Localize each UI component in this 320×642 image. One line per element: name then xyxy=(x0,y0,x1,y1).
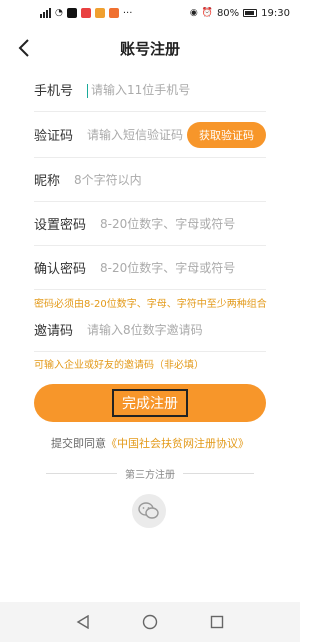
app-notification-icon xyxy=(80,8,91,18)
invite-input[interactable]: 请输入8位数字邀请码 xyxy=(87,321,266,338)
phone-label: 手机号 xyxy=(34,84,74,99)
submit-label: 完成注册 xyxy=(112,389,188,417)
system-nav-bar xyxy=(0,602,300,642)
agreement-text: 提交即同意《中国社会扶贫网注册协议》 xyxy=(0,435,300,451)
agreement-prefix: 提交即同意 xyxy=(51,437,106,450)
confirm-password-label: 确认密码 xyxy=(34,262,87,277)
text-cursor xyxy=(87,83,89,98)
code-label: 验证码 xyxy=(34,129,74,144)
wifi-icon: ◔ xyxy=(55,8,63,18)
third-party-label: 第三方注册 xyxy=(125,469,175,481)
battery-percent: 80% xyxy=(216,7,240,19)
invite-hint: 可输入企业或好友的邀请码（非必填） xyxy=(34,360,204,371)
signal-icon xyxy=(40,8,51,18)
wechat-icon[interactable] xyxy=(132,494,166,528)
phone-row: 手机号 请输入11位手机号 xyxy=(34,68,266,112)
get-code-button[interactable]: 获取验证码 xyxy=(187,121,266,148)
nickname-label: 昵称 xyxy=(34,174,61,189)
submit-button[interactable]: 完成注册 xyxy=(34,384,266,422)
status-icons-right: ◉ ⏰ 80% 19:30 xyxy=(190,8,290,19)
invite-row: 邀请码 请输入8位数字邀请码 xyxy=(34,308,266,352)
confirm-password-row: 确认密码 8-20位数字、字母或符号 xyxy=(34,246,266,290)
nickname-row: 昵称 8个字符以内 xyxy=(34,158,266,202)
phone-placeholder: 请输入11位手机号 xyxy=(91,83,191,97)
circle-home-icon[interactable] xyxy=(142,614,158,630)
status-icons-left: ◔ ··· xyxy=(40,8,132,19)
invite-label: 邀请码 xyxy=(34,324,74,339)
app-notification-icon xyxy=(108,8,119,18)
confirm-password-input[interactable]: 8-20位数字、字母或符号 xyxy=(100,259,266,276)
page-title: 账号注册 xyxy=(119,39,180,58)
more-icon: ··· xyxy=(122,7,133,19)
eye-icon: ◉ xyxy=(189,8,198,18)
back-chevron-icon[interactable] xyxy=(12,34,36,62)
phone-input[interactable]: 请输入11位手机号 xyxy=(87,81,266,98)
password-input[interactable]: 8-20位数字、字母或符号 xyxy=(100,215,266,232)
code-input[interactable]: 请输入短信验证码 xyxy=(87,126,187,143)
triangle-back-icon[interactable] xyxy=(75,614,91,630)
third-party-divider: 第三方注册 xyxy=(46,466,254,481)
divider-line xyxy=(46,472,117,474)
status-bar: ◔ ··· ◉ ⏰ 80% 19:30 xyxy=(0,0,300,26)
divider-line xyxy=(183,472,254,474)
agreement-link[interactable]: 《中国社会扶贫网注册协议》 xyxy=(106,437,249,450)
tiktok-app-icon xyxy=(66,8,77,18)
password-label: 设置密码 xyxy=(34,218,87,233)
code-row: 验证码 请输入短信验证码 获取验证码 xyxy=(34,112,266,158)
app-notification-icon xyxy=(94,8,105,18)
password-row: 设置密码 8-20位数字、字母或符号 xyxy=(34,202,266,246)
nickname-input[interactable]: 8个字符以内 xyxy=(74,171,266,188)
header: 账号注册 xyxy=(0,28,300,68)
battery-icon xyxy=(243,9,258,17)
alarm-icon: ⏰ xyxy=(201,8,213,18)
clock-time: 19:30 xyxy=(261,7,290,19)
square-recent-icon[interactable] xyxy=(209,614,225,630)
